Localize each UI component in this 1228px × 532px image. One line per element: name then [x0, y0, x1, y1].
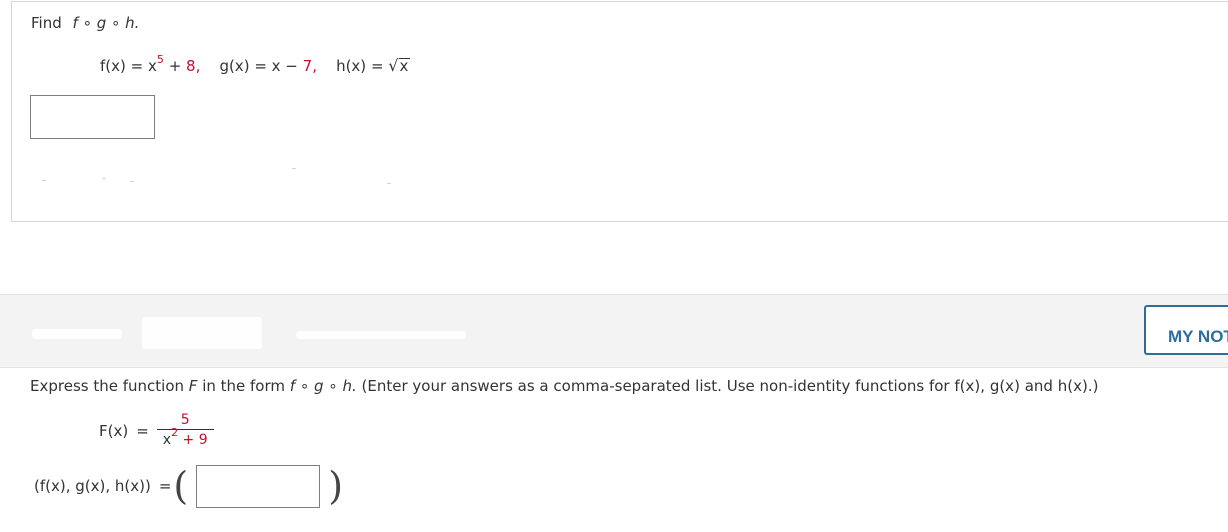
- redacted-block: [296, 331, 466, 339]
- g-constant: 7,: [302, 57, 317, 75]
- hx-label: h(x).): [1057, 377, 1099, 395]
- question-1-panel: Find f ∘ g ∘ h. f(x) = x5 + 8, g(x) = x …: [11, 1, 1228, 222]
- sqrt-expression: √x: [388, 56, 411, 75]
- F-equals: =: [136, 421, 149, 440]
- instruction-text: Express the function: [30, 377, 184, 395]
- instruction-text: in the form: [202, 377, 286, 395]
- F-definition: F(x) = 5 x2 + 9: [99, 412, 214, 449]
- fraction: 5 x2 + 9: [156, 412, 214, 449]
- redacted-block: [142, 317, 262, 349]
- question-2-header: [0, 294, 1228, 368]
- F-label: F(x): [99, 421, 129, 440]
- artifact-dot: [387, 183, 391, 184]
- and-label: and: [1024, 377, 1053, 395]
- h-equals: =: [370, 57, 384, 75]
- tuple-label: (f(x), g(x), h(x)): [34, 477, 151, 495]
- g-label: g(x): [219, 57, 250, 75]
- artifact-dot: [130, 181, 134, 182]
- close-paren: ): [328, 464, 344, 508]
- tuple-equals: =: [158, 477, 172, 495]
- question-1-answer-input[interactable]: [30, 95, 155, 139]
- g-equals: = x −: [254, 57, 298, 75]
- fx-label: f(x),: [954, 377, 986, 395]
- sqrt-icon: √: [388, 56, 399, 75]
- fraction-denominator: x2 + 9: [156, 426, 214, 449]
- artifact-dot: [292, 168, 296, 169]
- redacted-block: [32, 329, 122, 339]
- sqrt-argument: x: [398, 57, 411, 75]
- h-label: h(x): [336, 57, 367, 75]
- f-plus: +: [168, 57, 182, 75]
- question-2-title-redacted: [6, 317, 476, 351]
- my-notes-button[interactable]: MY NOTES: [1144, 305, 1228, 355]
- find-label: Find: [31, 14, 62, 32]
- tuple-answer-row: (f(x), g(x), h(x)) = ( ): [34, 464, 345, 508]
- den-exponent: 2: [171, 426, 179, 440]
- den-rest: + 9: [182, 432, 208, 448]
- f-equals: =: [130, 57, 144, 75]
- open-paren: (: [173, 464, 189, 508]
- faint-artifacts: [42, 168, 402, 186]
- composition-label: f ∘ g ∘ h.: [72, 14, 140, 32]
- f-exponent: 5: [156, 53, 164, 66]
- f-constant: 8,: [186, 57, 201, 75]
- artifact-dot: [42, 180, 46, 181]
- artifact-dot: [102, 178, 106, 179]
- gx-label: g(x): [989, 377, 1020, 395]
- question-1-instruction: Find f ∘ g ∘ h.: [31, 14, 139, 32]
- F-symbol: F: [188, 377, 198, 395]
- question-2-instruction: Express the function F in the form f ∘ g…: [30, 377, 1098, 395]
- den-base: x: [162, 432, 172, 448]
- composition-label: f ∘ g ∘ h.: [289, 377, 357, 395]
- f-base: x: [148, 57, 157, 75]
- instruction-text: (Enter your answers as a comma-separated…: [361, 377, 950, 395]
- webassign-page: Find f ∘ g ∘ h. f(x) = x5 + 8, g(x) = x …: [0, 0, 1228, 532]
- function-definitions: f(x) = x5 + 8, g(x) = x − 7, h(x) = √x: [100, 53, 411, 75]
- f-label: f(x): [100, 57, 126, 75]
- question-2-answer-input[interactable]: [196, 464, 321, 508]
